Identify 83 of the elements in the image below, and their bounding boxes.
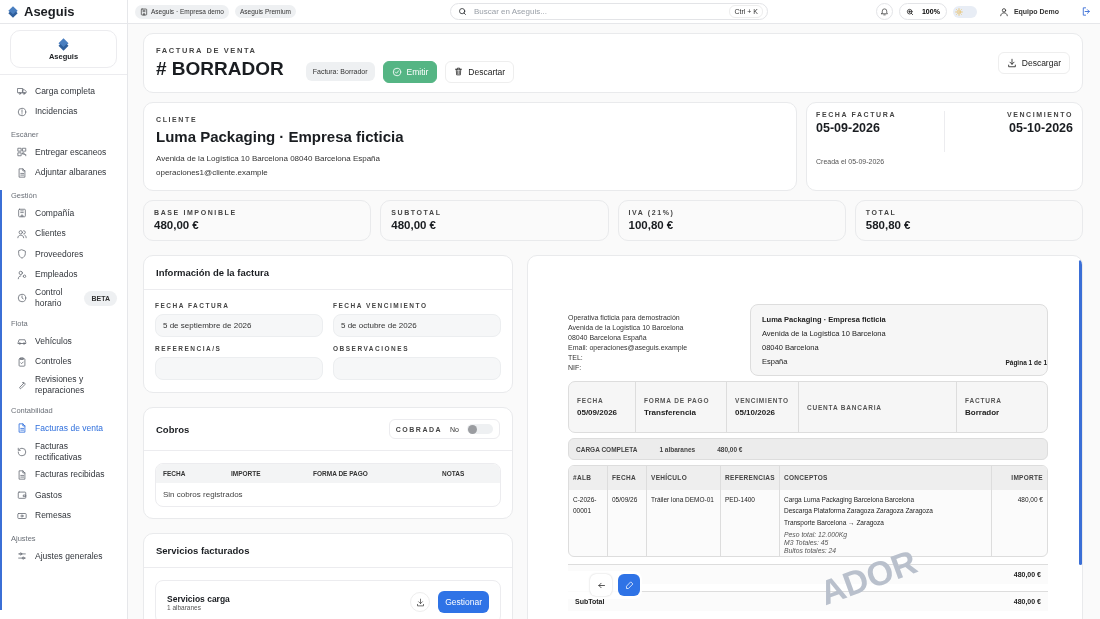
sidebar-item[interactable]: Remesas <box>0 505 127 526</box>
meta-value: 05/09/2026 <box>577 408 619 417</box>
service-name: Servicios carga <box>167 593 231 604</box>
bell-icon <box>879 7 889 16</box>
sidebar-item[interactable]: Adjuntar albaranes <box>0 162 127 183</box>
sidebar-item[interactable]: Ajustes generales <box>0 546 127 567</box>
meta-value: Transferencia <box>644 408 698 417</box>
back-button[interactable] <box>590 574 612 596</box>
sidebar-item[interactable]: Facturas rectificativas <box>0 438 127 465</box>
qr-code-icon <box>17 147 27 158</box>
sliders-icon <box>17 551 27 562</box>
clipboard-icon <box>17 356 27 367</box>
logout-icon <box>1081 6 1092 17</box>
truck-icon <box>17 86 27 97</box>
due-date: 05-10-2026 <box>1009 121 1073 135</box>
sidebar-item[interactable]: Proveedores <box>0 244 127 265</box>
theme-toggle[interactable] <box>952 5 977 18</box>
sidebar-item[interactable]: Compañía <box>0 203 127 224</box>
shield-icon <box>17 249 27 260</box>
banknote-icon <box>17 510 27 521</box>
refresh-icon <box>17 446 27 457</box>
input-field[interactable]: 5 de septiembre de 2026 <box>155 314 323 337</box>
sidebar-item[interactable]: Gastos <box>0 485 127 506</box>
client-email: operaciones1@cliente.example <box>156 167 269 179</box>
trash-icon <box>454 67 464 76</box>
total-value: 480,00 € <box>154 219 200 231</box>
pencil-icon <box>624 580 634 590</box>
meta-value: Borrador <box>965 408 1001 417</box>
sidebar-item[interactable]: Entregar escaneos <box>0 142 127 163</box>
download-button[interactable] <box>410 592 431 612</box>
logo-icon <box>6 4 20 19</box>
arrow-left-icon <box>596 580 606 590</box>
logo-icon <box>56 37 71 52</box>
sidebar-item[interactable]: Revisiones y reparaciones <box>0 372 127 398</box>
card-title: Información de la factura <box>156 267 269 278</box>
document-icon <box>17 423 27 434</box>
logout-button[interactable] <box>1081 6 1092 17</box>
brand-name: Aseguis <box>24 4 75 19</box>
sidebar-item[interactable]: Controles <box>0 351 127 372</box>
download-icon <box>415 597 425 607</box>
sidebar-item[interactable]: Facturas recibidas <box>0 464 127 485</box>
clock-icon <box>17 293 27 303</box>
invoice-title: # BORRADOR <box>156 58 284 80</box>
scrollbar[interactable] <box>0 190 2 610</box>
download-button[interactable]: Descargar <box>997 52 1070 74</box>
user-icon <box>998 6 1009 17</box>
sidebar-item[interactable]: Clientes <box>0 223 127 244</box>
sun-icon <box>954 7 963 16</box>
total-value: 480,00 € <box>391 219 437 231</box>
sidebar-item[interactable]: Carga completa <box>0 81 127 102</box>
document-icon <box>17 469 27 480</box>
invoice-date: 05-09-2026 <box>816 121 881 135</box>
client-name: Luma Packaging · Empresa ficticia <box>156 128 405 145</box>
edit-button[interactable] <box>618 574 640 596</box>
building-icon <box>140 7 148 16</box>
manage-button[interactable]: Gestionar <box>438 591 489 613</box>
discard-button[interactable]: Descartar <box>445 60 515 83</box>
sidebar-item[interactable]: Empleados <box>0 264 127 285</box>
total-value: 580,80 € <box>865 219 912 231</box>
total-value: 100,80 € <box>628 219 675 231</box>
users-icon <box>17 228 27 239</box>
card-title: Cobros <box>156 423 190 435</box>
notifications-button[interactable] <box>875 3 893 20</box>
sidebar-item[interactable]: Incidencias <box>0 101 127 122</box>
search-icon <box>457 7 467 16</box>
check-circle-icon <box>391 66 402 77</box>
sidebar-item[interactable]: Vehículos <box>0 331 127 352</box>
scrollbar[interactable] <box>1079 260 1082 565</box>
input-field[interactable]: 5 de octubre de 2026 <box>333 314 501 337</box>
search-field[interactable]: Buscar en Aseguis... <box>471 6 725 17</box>
wallet-icon <box>17 490 27 501</box>
sidebar-item[interactable]: Facturas de venta <box>0 418 127 439</box>
alert-icon <box>17 106 27 117</box>
client-address: Avenida de la Logística 10 Barcelona 08040 Barcelona España <box>156 153 381 165</box>
document-icon <box>17 167 27 178</box>
building-icon <box>17 208 27 219</box>
card-title: Servicios facturados <box>156 545 250 556</box>
zoom-icon <box>905 7 914 16</box>
meta-value: 05/10/2026 <box>735 408 777 417</box>
car-icon <box>17 336 27 347</box>
empty-message: Sin cobros registrados <box>162 489 244 501</box>
download-icon <box>1006 58 1017 68</box>
user-icon <box>17 269 27 280</box>
